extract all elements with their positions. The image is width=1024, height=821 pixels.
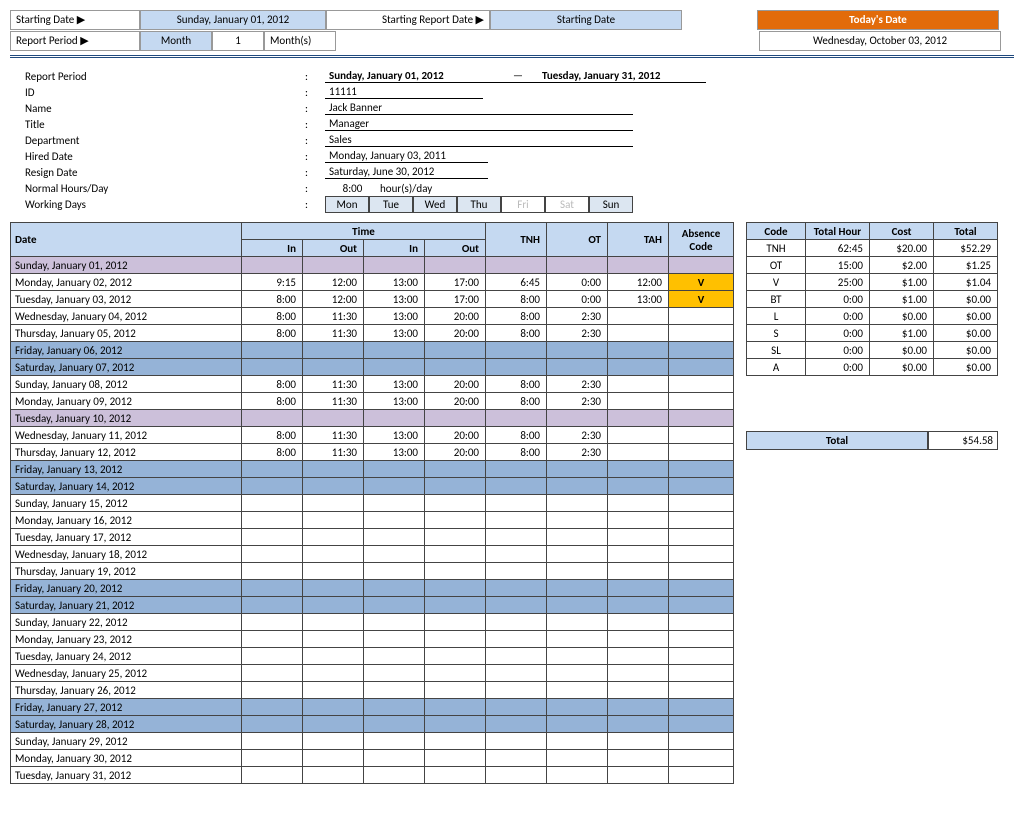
col-abs: Absence Code (669, 223, 734, 257)
table-row: Sunday, January 01, 2012 (11, 257, 734, 274)
summary-row: BT0:00$1.00$0.00 (747, 291, 998, 308)
sum-hour: Total Hour (806, 223, 870, 240)
sum-cost: Cost (870, 223, 934, 240)
col-tah: TAH (608, 223, 669, 257)
col-out2: Out (425, 240, 486, 257)
table-row: Friday, January 20, 2012 (11, 580, 734, 597)
col-tnh: TNH (486, 223, 547, 257)
working-days: MonTueWedThuFriSatSun (325, 196, 633, 213)
hired-label: Hired Date (25, 150, 305, 163)
table-row: Thursday, January 05, 20128:0011:3013:00… (11, 325, 734, 342)
top-bar: Starting Date ▶ Sunday, January 01, 2012… (10, 10, 1014, 51)
hours-label: Normal Hours/Day (25, 182, 305, 195)
resign-label: Resign Date (25, 166, 305, 179)
employee-info: Report Period : Sunday, January 01, 2012… (25, 68, 1014, 212)
today-value: Wednesday, October 03, 2012 (759, 31, 1001, 51)
summary-row: OT15:00$2.00$1.25 (747, 257, 998, 274)
id-label: ID (25, 86, 305, 99)
col-time: Time (242, 223, 486, 240)
col-in1: In (242, 240, 303, 257)
hours-suffix: hour(s)/day (380, 182, 432, 195)
id-value: 11111 (325, 85, 483, 99)
sum-total: Total (934, 223, 998, 240)
grand-total-value: $54.58 (928, 432, 998, 449)
table-row: Sunday, January 15, 2012 (11, 495, 734, 512)
name-value: Jack Banner (325, 101, 633, 115)
table-row: Saturday, January 21, 2012 (11, 597, 734, 614)
summary-row: L0:00$0.00$0.00 (747, 308, 998, 325)
wd-thu: Thu (457, 196, 501, 213)
report-period-label: Report Period ▶ (10, 31, 140, 51)
wd-tue: Tue (369, 196, 413, 213)
table-row: Tuesday, January 17, 2012 (11, 529, 734, 546)
table-row: Sunday, January 08, 20128:0011:3013:0020… (11, 376, 734, 393)
table-row: Tuesday, January 03, 20128:0012:0013:001… (11, 291, 734, 308)
table-row: Friday, January 06, 2012 (11, 342, 734, 359)
wd-label: Working Days (25, 198, 305, 211)
col-in2: In (364, 240, 425, 257)
table-row: Friday, January 13, 2012 (11, 461, 734, 478)
summary-row: S0:00$1.00$0.00 (747, 325, 998, 342)
table-row: Monday, January 09, 20128:0011:3013:0020… (11, 393, 734, 410)
period-num[interactable]: 1 (212, 31, 264, 51)
hired-value: Monday, January 03, 2011 (325, 149, 488, 163)
table-row: Sunday, January 29, 2012 (11, 733, 734, 750)
table-row: Thursday, January 26, 2012 (11, 682, 734, 699)
wd-wed: Wed (413, 196, 457, 213)
table-row: Monday, January 02, 20129:1512:0013:0017… (11, 274, 734, 291)
col-date: Date (11, 223, 242, 257)
grand-total-label: Total (746, 432, 928, 449)
table-row: Tuesday, January 24, 2012 (11, 648, 734, 665)
wd-fri: Fri (501, 196, 545, 213)
table-row: Wednesday, January 04, 20128:0011:3013:0… (11, 308, 734, 325)
period-to: Tuesday, January 31, 2012 (538, 69, 706, 83)
summary-row: SL0:00$0.00$0.00 (747, 342, 998, 359)
starting-date-label: Starting Date ▶ (10, 10, 140, 30)
dept-value: Sales (325, 133, 633, 147)
table-row: Thursday, January 19, 2012 (11, 563, 734, 580)
table-row: Wednesday, January 18, 2012 (11, 546, 734, 563)
title-label: Title (25, 118, 305, 131)
wd-sat: Sat (545, 196, 589, 213)
sum-code: Code (747, 223, 806, 240)
name-label: Name (25, 102, 305, 115)
table-row: Thursday, January 12, 20128:0011:3013:00… (11, 444, 734, 461)
summary-row: V25:00$1.00$1.04 (747, 274, 998, 291)
period-from: Sunday, January 01, 2012 (325, 69, 498, 83)
summary-row: A0:00$0.00$0.00 (747, 359, 998, 376)
table-row: Saturday, January 07, 2012 (11, 359, 734, 376)
table-row: Sunday, January 22, 2012 (11, 614, 734, 631)
hours-value: 8:00 (325, 182, 380, 195)
table-row: Monday, January 23, 2012 (11, 631, 734, 648)
starting-report-value[interactable]: Starting Date (490, 10, 682, 30)
summary-row: TNH62:45$20.00$52.29 (747, 240, 998, 257)
today-label: Today's Date (757, 10, 999, 30)
starting-report-label: Starting Report Date ▶ (326, 10, 490, 30)
dept-label: Department (25, 134, 305, 147)
title-value: Manager (325, 117, 633, 131)
period-label: Report Period (25, 70, 305, 83)
table-row: Wednesday, January 25, 2012 (11, 665, 734, 682)
summary-table: Code Total Hour Cost Total TNH62:45$20.0… (746, 222, 998, 376)
summary-panel: Code Total Hour Cost Total TNH62:45$20.0… (746, 222, 998, 450)
starting-date-value[interactable]: Sunday, January 01, 2012 (140, 10, 326, 30)
table-row: Wednesday, January 11, 20128:0011:3013:0… (11, 427, 734, 444)
table-row: Tuesday, January 10, 2012 (11, 410, 734, 427)
period-unit[interactable]: Month (140, 31, 212, 51)
table-row: Saturday, January 28, 2012 (11, 716, 734, 733)
table-row: Tuesday, January 31, 2012 (11, 767, 734, 784)
resign-value: Saturday, June 30, 2012 (325, 165, 488, 179)
col-ot: OT (547, 223, 608, 257)
table-row: Saturday, January 14, 2012 (11, 478, 734, 495)
table-row: Friday, January 27, 2012 (11, 699, 734, 716)
col-out1: Out (303, 240, 364, 257)
attendance-table: Date Time TNH OT TAH Absence Code In Out… (10, 222, 734, 784)
grand-total: Total $54.58 (746, 431, 998, 450)
wd-sun: Sun (589, 196, 633, 213)
wd-mon: Mon (325, 196, 369, 213)
table-row: Monday, January 16, 2012 (11, 512, 734, 529)
period-suffix: Month(s) (264, 31, 336, 51)
table-row: Monday, January 30, 2012 (11, 750, 734, 767)
